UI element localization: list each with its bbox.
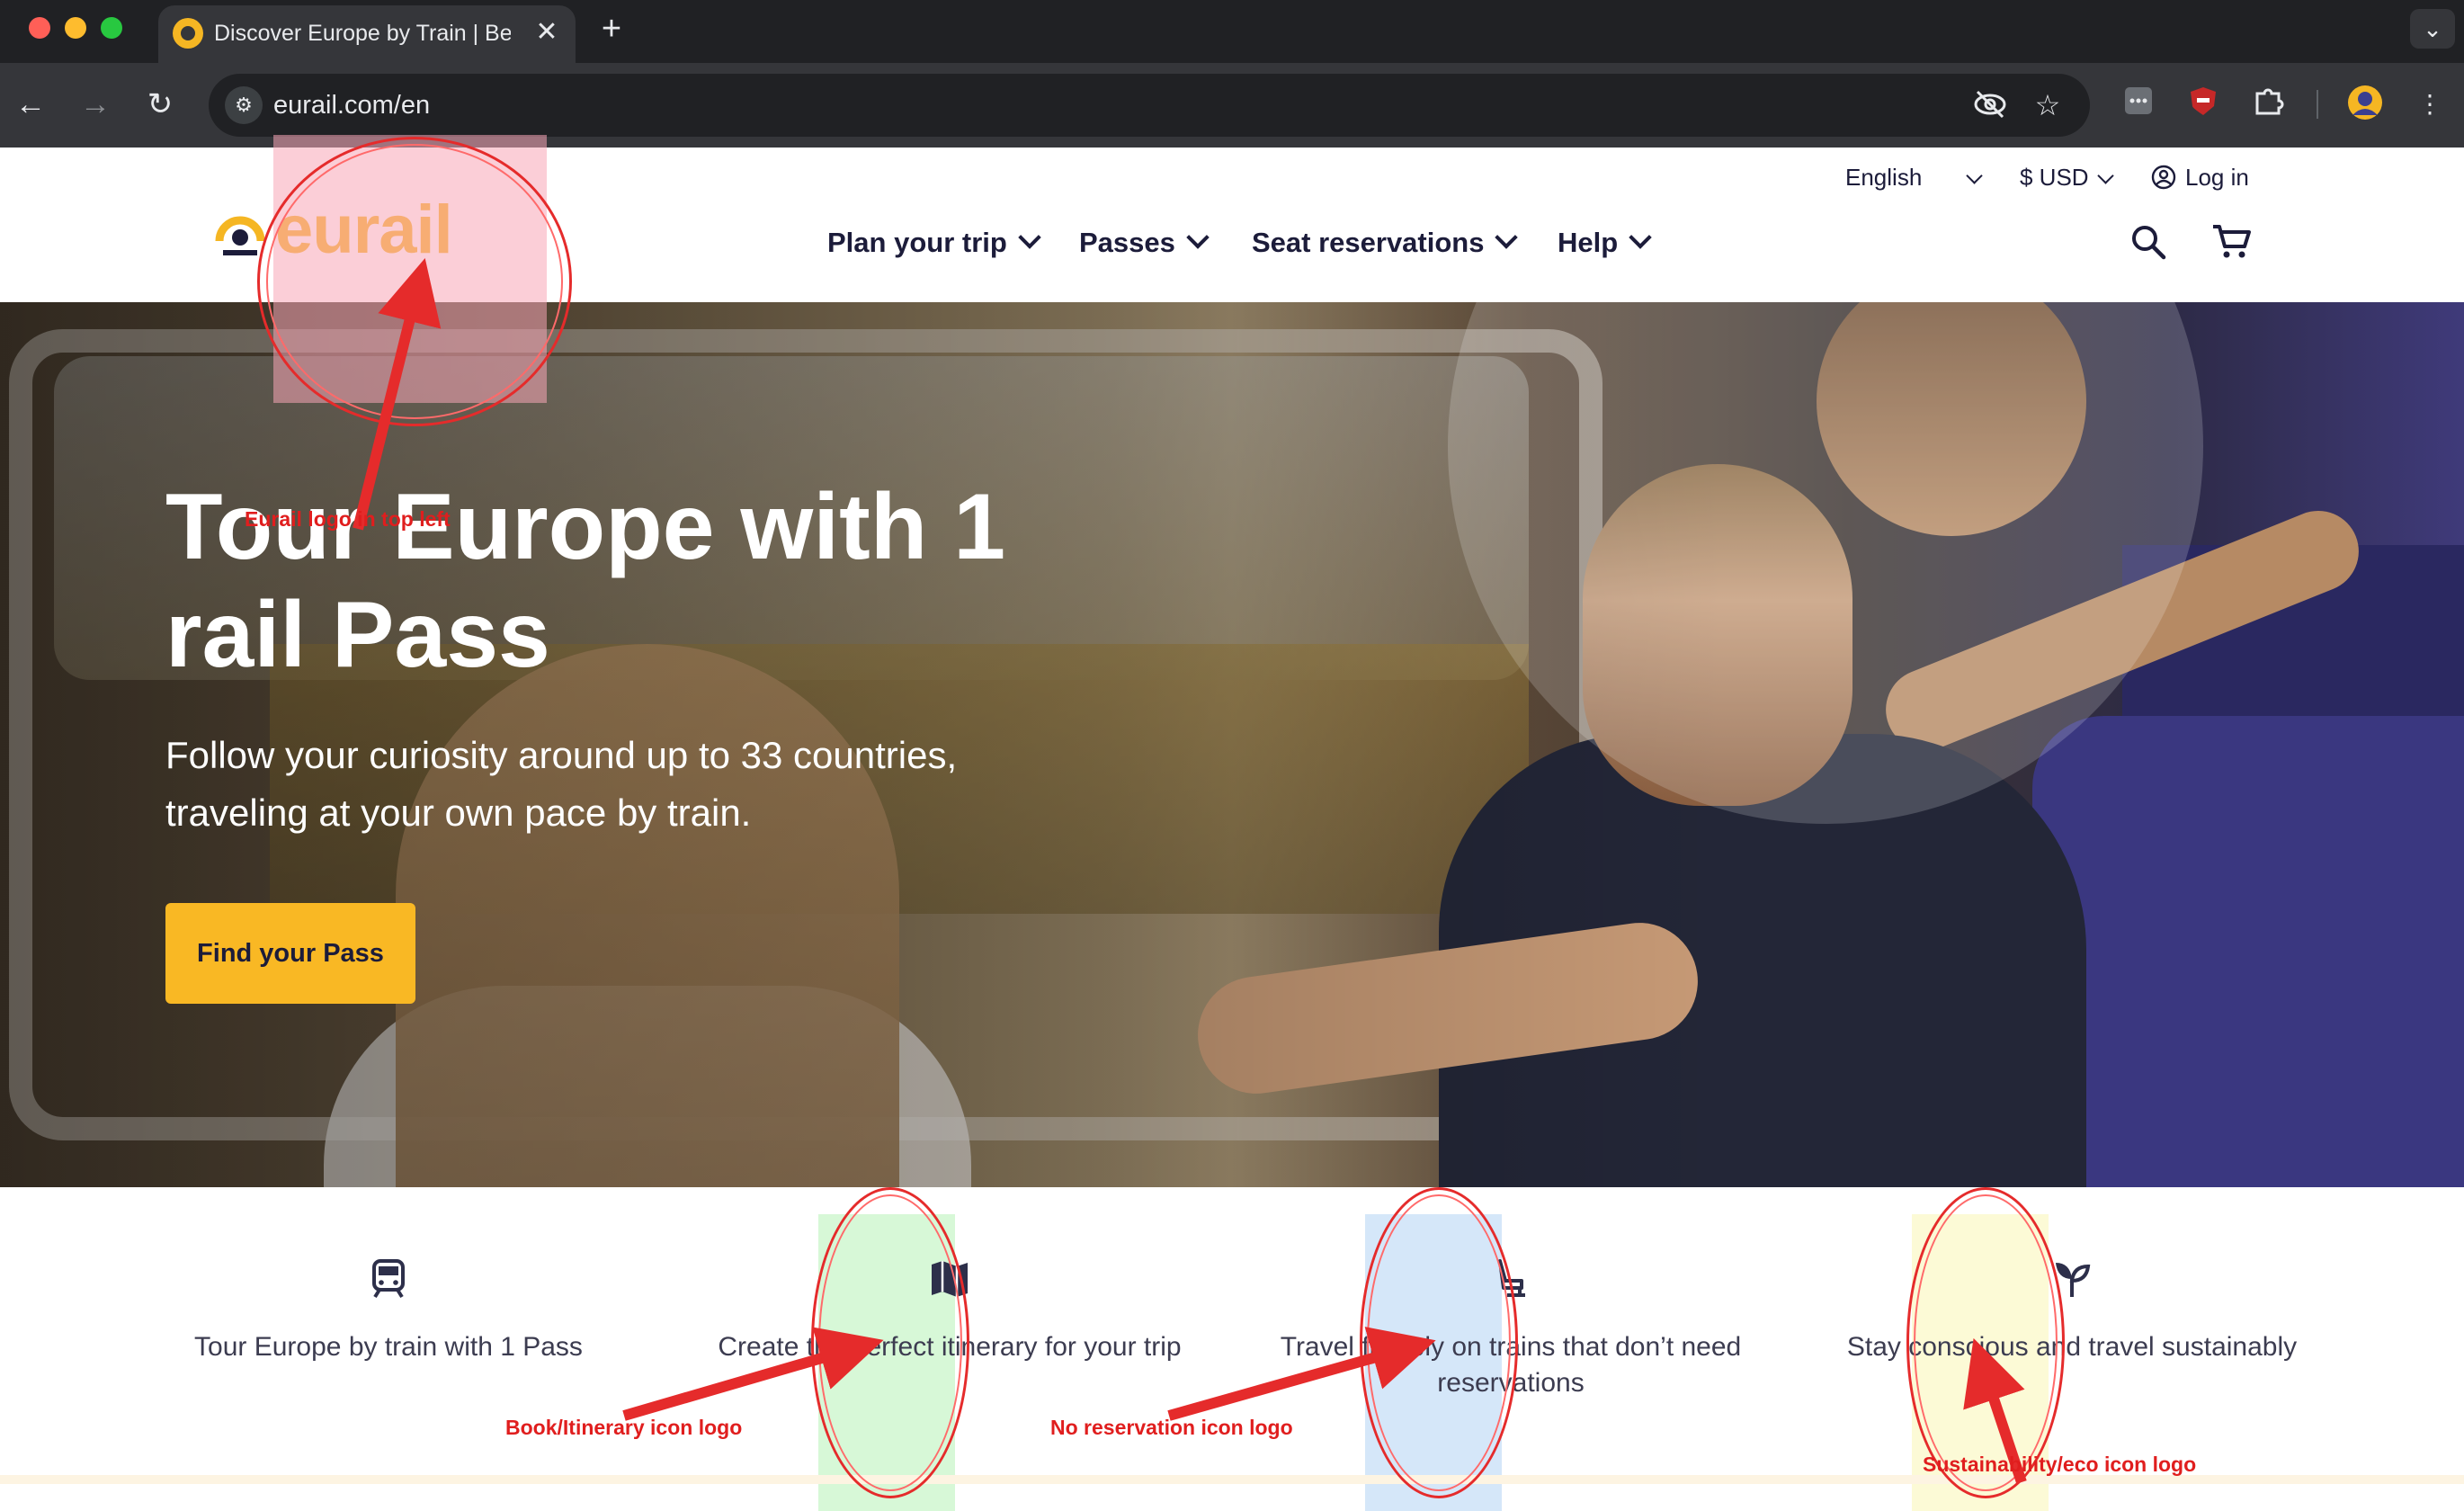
train-icon bbox=[367, 1257, 410, 1301]
annotation-oval-itinerary-inner bbox=[818, 1194, 962, 1491]
chevron-down-icon bbox=[1629, 226, 1652, 249]
nav-seat-reservations[interactable]: Seat reservations bbox=[1252, 226, 1519, 259]
nav-label: Passes bbox=[1079, 227, 1175, 258]
annotation-label-itinerary: Book/Itinerary icon logo bbox=[505, 1416, 743, 1439]
shield-extension-icon[interactable] bbox=[2183, 85, 2223, 124]
nav-plan-your-trip[interactable]: Plan your trip bbox=[827, 226, 1041, 259]
eurail-logo-icon[interactable] bbox=[214, 209, 266, 261]
tab-search-chevron-icon[interactable]: ⌄ bbox=[2410, 9, 2455, 49]
browser-tab-active[interactable]: Discover Europe by Train | Be ✕ bbox=[158, 5, 576, 63]
tab-title: Discover Europe by Train | Be bbox=[214, 21, 511, 46]
user-circle-icon bbox=[2151, 165, 2176, 196]
chevron-down-icon bbox=[1018, 226, 1041, 249]
annotation-label-reservation: No reservation icon logo bbox=[1050, 1416, 1293, 1439]
annotation-label-sustainability: Sustainability/eco icon logo bbox=[1923, 1453, 2197, 1476]
annotation-oval-reservation-inner bbox=[1367, 1194, 1511, 1491]
annotation-oval-logo-inner bbox=[266, 144, 563, 419]
forward-arrow-icon[interactable]: → bbox=[76, 85, 115, 124]
language-label: English bbox=[1845, 164, 1923, 191]
chevron-down-icon bbox=[1495, 226, 1519, 249]
chevron-down-icon bbox=[1186, 226, 1210, 249]
feature-text: Tour Europe by train with 1 Pass bbox=[194, 1332, 583, 1362]
tab-favicon-icon bbox=[173, 18, 203, 49]
language-selector[interactable]: English bbox=[1845, 164, 1983, 192]
nav-help[interactable]: Help bbox=[1558, 226, 1652, 259]
profile-avatar-icon[interactable] bbox=[2345, 85, 2385, 124]
cart-icon[interactable] bbox=[2210, 221, 2252, 263]
login-label: Log in bbox=[2185, 164, 2249, 191]
currency-selector[interactable]: $ USD bbox=[2020, 164, 2114, 192]
back-arrow-icon[interactable]: ← bbox=[11, 85, 50, 124]
find-your-pass-button[interactable]: Find your Pass bbox=[165, 903, 415, 1004]
puzzle-extensions-icon[interactable] bbox=[2248, 85, 2288, 124]
window-close-dot[interactable] bbox=[29, 17, 50, 39]
currency-label: $ USD bbox=[2020, 164, 2089, 191]
nav-label: Plan your trip bbox=[827, 227, 1007, 258]
hero-section: Tour Europe with 1 rail Pass Follow your… bbox=[0, 302, 2464, 1187]
nav-label: Seat reservations bbox=[1252, 227, 1485, 258]
reload-icon[interactable]: ↻ bbox=[140, 85, 180, 124]
eye-slash-icon[interactable] bbox=[1971, 86, 2009, 124]
nav-label: Help bbox=[1558, 227, 1619, 258]
annotation-oval-sustainability-inner bbox=[1914, 1194, 2058, 1491]
hero-subtitle: Follow your curiosity around up to 33 co… bbox=[165, 734, 958, 834]
login-link[interactable]: Log in bbox=[2151, 164, 2249, 196]
nav-passes[interactable]: Passes bbox=[1079, 226, 1210, 259]
toolbar-divider bbox=[2317, 90, 2318, 119]
tab-close-icon[interactable]: ✕ bbox=[529, 14, 565, 50]
window-minimize-dot[interactable] bbox=[65, 17, 86, 39]
extension-grid-icon[interactable] bbox=[2119, 85, 2158, 124]
site-settings-icon[interactable]: ⚙ bbox=[225, 86, 263, 124]
hero-title: Tour Europe with 1 rail Pass bbox=[165, 475, 1006, 687]
address-bar[interactable]: ⚙ eurail.com/en ☆ bbox=[209, 74, 2090, 137]
url-text[interactable]: eurail.com/en bbox=[273, 91, 430, 121]
annotation-label-logo: Eurail logo in top left bbox=[245, 507, 451, 531]
browser-tab-bar: Discover Europe by Train | Be ✕ + ⌄ bbox=[0, 0, 2464, 63]
search-icon[interactable] bbox=[2129, 223, 2167, 261]
bookmark-star-icon[interactable]: ☆ bbox=[2029, 86, 2067, 124]
new-tab-icon[interactable]: + bbox=[594, 11, 629, 47]
browser-menu-icon[interactable]: ⋮ bbox=[2410, 85, 2450, 124]
window-zoom-dot[interactable] bbox=[101, 17, 122, 39]
chevron-down-icon bbox=[1966, 167, 1983, 184]
chevron-down-icon bbox=[2096, 167, 2114, 184]
